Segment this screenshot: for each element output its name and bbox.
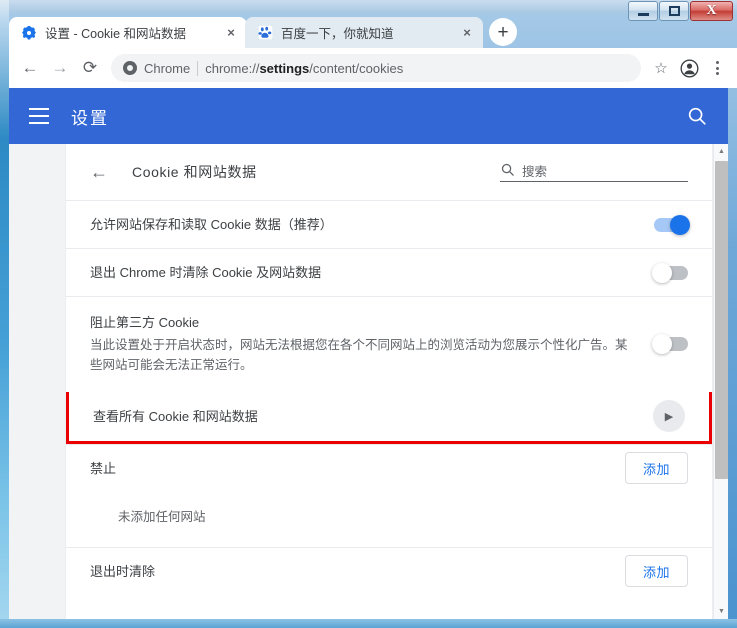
chevron-right-icon[interactable]: ▶ (653, 400, 685, 432)
profile-button[interactable] (675, 54, 703, 82)
block-empty-text: 未添加任何网站 (66, 492, 712, 547)
scroll-down-arrow-icon[interactable]: ▼ (714, 604, 728, 619)
gear-icon (21, 25, 37, 41)
tab-close-icon[interactable]: × (459, 25, 475, 41)
toggle-clear-on-exit[interactable] (654, 266, 688, 280)
bookmark-star-button[interactable]: ☆ (647, 54, 675, 82)
settings-content-card: ← Cookie 和网站数据 允许网站保存和读取 Cookie 数据（ (65, 144, 713, 619)
row-view-all-cookies[interactable]: 查看所有 Cookie 和网站数据 ▶ (66, 392, 712, 444)
row-text: 禁止 (90, 459, 625, 479)
settings-title: 设置 (71, 104, 686, 129)
row-description: 当此设置处于开启状态时，网站无法根据您在各个不同网站上的浏览活动为您展示个性化广… (90, 335, 634, 376)
scroll-up-arrow-icon[interactable]: ▲ (714, 144, 728, 159)
row-allow-cookies[interactable]: 允许网站保存和读取 Cookie 数据（推荐） (66, 200, 712, 248)
browser-window: X 设置 - Cookie 和网站数据 × 百度一下，你就知 (0, 0, 737, 628)
window-left-border (0, 0, 9, 628)
section-title: 禁止 (90, 459, 605, 479)
row-label: 退出 Chrome 时清除 Cookie 及网站数据 (90, 263, 634, 283)
account-circle-icon (680, 59, 699, 78)
address-bar-url: chrome://settings/content/cookies (205, 61, 403, 76)
url-suffix: /content/cookies (309, 61, 403, 76)
add-block-button[interactable]: 添加 (625, 452, 688, 484)
chrome-menu-button[interactable] (703, 54, 731, 82)
new-tab-button[interactable]: + (489, 18, 517, 46)
row-text: 查看所有 Cookie 和网站数据 (93, 407, 653, 427)
baidu-paw-icon (257, 25, 273, 41)
toggle-allow-cookies[interactable] (654, 218, 688, 232)
address-bar[interactable]: Chrome chrome://settings/content/cookies (111, 54, 641, 82)
plus-icon: + (497, 23, 508, 42)
close-button[interactable]: X (690, 1, 733, 21)
toggle-knob (670, 215, 690, 235)
browser-toolbar: ← → ⟳ Chrome chrome://settings/content/c… (9, 48, 737, 88)
close-icon: X (706, 4, 716, 18)
toggle-knob (652, 334, 672, 354)
tab-settings[interactable]: 设置 - Cookie 和网站数据 × (9, 17, 247, 48)
toggle-block-third-party[interactable] (654, 337, 688, 351)
window-controls: X (627, 1, 733, 22)
reload-icon: ⟳ (83, 58, 97, 78)
search-input[interactable] (522, 165, 688, 179)
settings-scroll-region: ← Cookie 和网站数据 允许网站保存和读取 Cookie 数据（ (9, 144, 728, 619)
row-label: 查看所有 Cookie 和网站数据 (93, 407, 633, 427)
row-label: 阻止第三方 Cookie (90, 313, 634, 333)
maximize-icon (669, 6, 680, 16)
kebab-menu-icon (716, 61, 719, 75)
omnibox-divider (197, 61, 198, 76)
row-block-third-party[interactable]: 阻止第三方 Cookie 当此设置处于开启状态时，网站无法根据您在各个不同网站上… (66, 296, 712, 392)
page-back-button[interactable]: ← (90, 162, 110, 183)
tab-title: 百度一下，你就知道 (281, 23, 451, 42)
search-icon[interactable] (686, 105, 708, 127)
add-clear-on-exit-button[interactable]: 添加 (625, 555, 688, 587)
back-arrow-icon: ← (22, 58, 39, 78)
url-bold-segment: settings (259, 61, 309, 76)
minimize-icon (638, 13, 649, 16)
vertical-scrollbar[interactable]: ▲ ▼ (713, 144, 728, 619)
row-text: 允许网站保存和读取 Cookie 数据（推荐） (90, 215, 654, 235)
settings-search-box[interactable] (500, 162, 688, 182)
forward-button[interactable]: → (45, 53, 75, 83)
settings-header: 设置 (9, 88, 728, 144)
row-text: 阻止第三方 Cookie 当此设置处于开启状态时，网站无法根据您在各个不同网站上… (90, 313, 654, 376)
section-block: 禁止 添加 (66, 444, 712, 492)
row-label: 允许网站保存和读取 Cookie 数据（推荐） (90, 215, 634, 235)
section-clear-on-exit: 退出时清除 添加 (66, 547, 712, 595)
hamburger-icon[interactable] (29, 108, 49, 124)
page-subheader: ← Cookie 和网站数据 (66, 144, 712, 200)
search-icon (500, 162, 515, 177)
back-arrow-icon: ← (90, 162, 108, 182)
tab-title: 设置 - Cookie 和网站数据 (45, 23, 215, 42)
scrollbar-thumb[interactable] (715, 161, 728, 479)
row-clear-on-exit[interactable]: 退出 Chrome 时清除 Cookie 及网站数据 (66, 248, 712, 296)
chrome-logo-icon (123, 61, 137, 75)
window-bottom-border (0, 619, 737, 628)
forward-arrow-icon: → (52, 58, 69, 78)
row-text: 退出时清除 (90, 562, 625, 582)
tab-close-icon[interactable]: × (223, 25, 239, 41)
back-button[interactable]: ← (15, 53, 45, 83)
security-chip-label: Chrome (144, 61, 190, 76)
url-prefix: chrome:// (205, 61, 259, 76)
page-title: Cookie 和网站数据 (132, 162, 478, 182)
reload-button[interactable]: ⟳ (75, 53, 105, 83)
star-icon: ☆ (654, 59, 667, 77)
tab-baidu[interactable]: 百度一下，你就知道 × (245, 17, 483, 48)
maximize-button[interactable] (659, 1, 689, 21)
minimize-button[interactable] (628, 1, 658, 21)
row-text: 退出 Chrome 时清除 Cookie 及网站数据 (90, 263, 654, 283)
section-title: 退出时清除 (90, 562, 605, 582)
toggle-knob (652, 263, 672, 283)
